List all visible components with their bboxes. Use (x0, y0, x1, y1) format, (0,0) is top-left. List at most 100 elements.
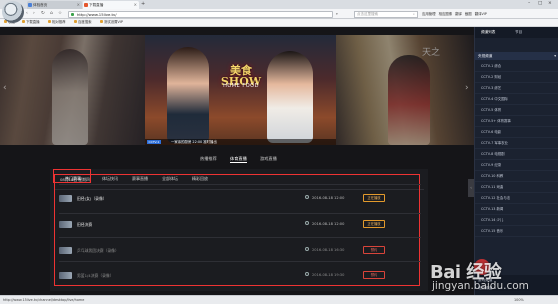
url-text: http://www.15live.tv/ (77, 11, 117, 17)
sidebar-item-channel[interactable]: CCTV-5 体育 (475, 105, 558, 116)
bookmark-item[interactable]: 百度搜索 (74, 19, 92, 26)
sidebar-item-channel[interactable]: CCTV-5+ 体育赛事 (475, 116, 558, 127)
watermark-site: jingyan.baidu.com (432, 280, 529, 292)
sidebar-item-channel[interactable]: CCTV-7 军事农业 (475, 138, 558, 149)
tab-hot-recommend[interactable]: 热播推荐 (200, 155, 217, 162)
bookmark-item[interactable]: 测试设置VIP (100, 19, 123, 26)
sidebar-item-channel[interactable]: CCTV-10 科教 (475, 171, 558, 182)
tab-game-live[interactable]: 游戏直播 (260, 155, 277, 162)
minimize-icon[interactable]: – (528, 0, 530, 8)
slide-image (52, 49, 88, 145)
ext-button-screenshot[interactable]: 截图 (465, 10, 472, 18)
section-tabs: 热播推荐 体育直播 游戏直播 (0, 155, 474, 163)
sidebar-section-label: 央视频道 (478, 54, 493, 58)
sidebar-item-channel[interactable]: CCTV-1 综合 (475, 61, 558, 72)
tab-favicon-icon (28, 3, 32, 7)
sidebar-section-cctv[interactable]: 央视频道 ▾ (475, 52, 558, 60)
watch-live-button[interactable]: 正在播放 (363, 220, 385, 228)
tab-strip: 体验首页 × 下载直播 × + – □ × (0, 0, 558, 9)
sidebar-item-channel[interactable]: CCTV-3 综艺 (475, 83, 558, 94)
maximize-icon[interactable]: □ (538, 0, 542, 8)
home-icon[interactable]: ⌂ (50, 10, 53, 18)
slide-image (388, 55, 430, 145)
sidebar-item-channel[interactable]: CCTV-9 纪录 (475, 160, 558, 171)
event-title: 男篮1/4决赛（录像） (77, 273, 114, 278)
reserve-button[interactable]: 预约 (363, 246, 385, 254)
url-dropdown-icon[interactable]: ▾ (336, 12, 338, 16)
bookmark-item[interactable]: 下载直播 (22, 19, 40, 26)
schedule-date: 08月18日 星期四 (60, 177, 90, 182)
back-icon[interactable]: ‹ (26, 10, 28, 18)
schedule-row[interactable]: 男篮1/4决赛（录像） 2016-08-18 19:30 预约 (55, 268, 425, 286)
ext-button-translate[interactable]: 翻译 (455, 10, 462, 18)
slide-calligraphy: 天之 (422, 48, 441, 58)
browser-tab-1[interactable]: 体验首页 × (27, 1, 82, 9)
sidebar-item-channel[interactable]: CCTV-2 财经 (475, 72, 558, 83)
tab-label: 体验首页 (33, 3, 48, 7)
sidebar-tab-channels[interactable]: 频道列表 (481, 30, 495, 35)
event-time: 2016-08-18 16:30 (312, 248, 345, 252)
close-window-icon[interactable]: × (548, 0, 552, 8)
carousel-prev-icon[interactable]: ‹ (3, 83, 7, 93)
sidebar-header: 频道列表 节目 (475, 27, 558, 38)
schedule-row[interactable]: 乒乓球男团决赛（录像） 2016-08-18 16:30 预约 (55, 243, 425, 261)
divider (59, 213, 421, 214)
sidebar-item-channel[interactable]: CCTV-13 新闻 (475, 204, 558, 215)
clock-icon (305, 247, 309, 251)
baidu-jingyan-watermark: Bai 经验 jingyan.baidu.com (430, 258, 556, 302)
status-url: http://www.15live.tv/channel/desktop/liv… (3, 298, 85, 302)
event-title: 田径(女)（录像） (77, 196, 107, 201)
browser-logo[interactable] (2, 1, 24, 23)
watch-live-button[interactable]: 正在播放 (363, 194, 385, 202)
refresh-icon[interactable]: ↻ (41, 10, 45, 18)
hero-carousel[interactable]: 美食SHOW HOME FOOD 天之 CCTV-1 一家亲的厨房 22:00 … (0, 35, 474, 145)
sidebar-item-channel[interactable]: CCTV-8 电视剧 (475, 149, 558, 160)
schedule-row[interactable]: 田径决赛 2016-08-18 12:00 正在播放 (55, 217, 425, 235)
schedule-highlight-box: 08月18日 星期四 田径(女)（录像） 2016-08-18 12:00 正在… (54, 174, 421, 286)
carousel-next-icon[interactable]: › (465, 83, 469, 93)
close-tab-icon[interactable]: × (77, 1, 80, 9)
event-thumbnail (59, 221, 72, 228)
search-icon[interactable]: ⌕ (413, 12, 415, 17)
slide-caption[interactable]: CCTV-1 一家亲的厨房 22:00 准时播出 (145, 139, 336, 145)
channel-badge: CCTV-1 (147, 140, 161, 144)
slide-caption-text: 一家亲的厨房 22:00 准时播出 (171, 140, 217, 144)
bookmark-item[interactable]: 相对推荐 (48, 19, 66, 26)
reserve-button[interactable]: 预约 (363, 271, 385, 279)
ext-button-vip[interactable]: 翻译VIP (475, 10, 487, 18)
sidebar-tab-programs[interactable]: 节目 (515, 30, 522, 35)
ext-button-image[interactable]: 相应图像 (439, 10, 453, 18)
carousel-next-slide[interactable]: 天之 (336, 35, 474, 145)
tab-sports-live[interactable]: 体育直播 (230, 155, 247, 163)
carousel-prev-slide[interactable] (0, 35, 145, 145)
event-title: 田径决赛 (77, 222, 93, 227)
clock-icon (305, 195, 309, 199)
sidebar-item-channel[interactable]: CCTV-4 中文国际 (475, 94, 558, 105)
url-input[interactable]: http://www.15live.tv/ (68, 10, 333, 18)
sidebar-item-channel[interactable]: CCTV-14 少儿 (475, 215, 558, 226)
browser-tab-2[interactable]: 下载直播 × (83, 1, 139, 9)
channel-sidebar: 频道列表 节目 央视频道 ▾ CCTV-1 综合 CCTV-2 财经 CCTV-… (474, 27, 558, 295)
tab-favicon-icon (84, 3, 88, 7)
sidebar-item-channel[interactable]: CCTV-11 戏曲 (475, 182, 558, 193)
search-placeholder: 点击这里搜索 (357, 11, 378, 16)
event-thumbnail (59, 272, 72, 279)
event-title: 乒乓球男团决赛（录像） (77, 248, 119, 253)
event-thumbnail (59, 247, 72, 254)
divider (59, 261, 421, 262)
search-input[interactable]: 点击这里搜索 ⌕ (354, 10, 418, 18)
schedule-row[interactable]: 田径(女)（录像） 2016-08-18 12:00 正在播放 (55, 191, 425, 209)
ext-button-apps[interactable]: 应用管理 (422, 10, 436, 18)
sidebar-item-channel[interactable]: CCTV-12 社会与法 (475, 193, 558, 204)
tab-label: 下载直播 (89, 3, 104, 7)
sidebar-item-channel[interactable]: CCTV-15 音乐 (475, 226, 558, 237)
show-logo-subtitle: HOME FOOD (223, 83, 259, 89)
clock-icon (305, 221, 309, 225)
new-tab-button[interactable]: + (141, 1, 145, 7)
carousel-current-slide[interactable]: 美食SHOW HOME FOOD (145, 35, 336, 145)
forward-icon[interactable]: › (33, 10, 35, 18)
slide-person-image (167, 47, 209, 143)
close-tab-icon[interactable]: × (134, 1, 137, 9)
star-icon[interactable]: ☆ (58, 10, 62, 18)
sidebar-item-channel[interactable]: CCTV-6 电影 (475, 127, 558, 138)
